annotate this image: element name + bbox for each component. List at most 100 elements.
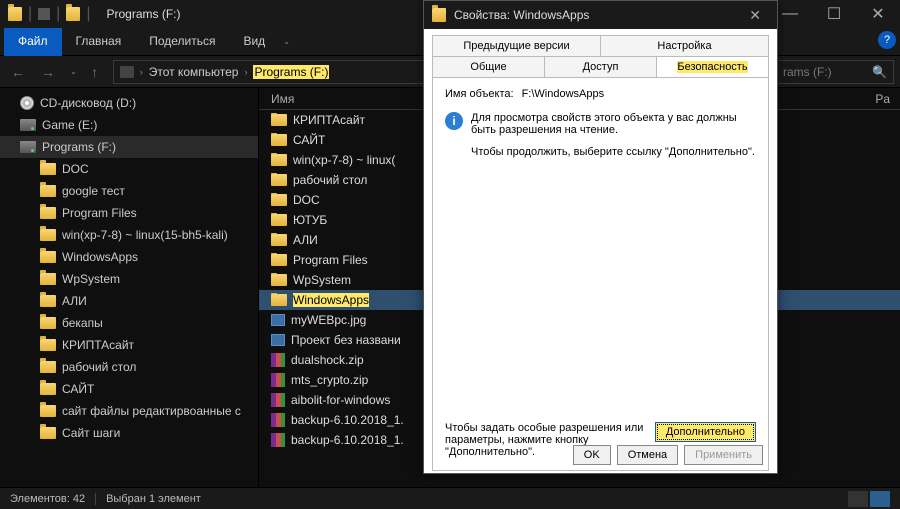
info-text-1: Для просмотра свойств этого объекта у ва… [471, 112, 756, 136]
ok-button[interactable]: OK [573, 445, 611, 465]
search-icon: 🔍 [872, 65, 887, 79]
help-button[interactable]: ? [878, 31, 896, 49]
nav-item[interactable]: рабочий стол [0, 356, 258, 378]
crumb-current[interactable]: Programs (F:) [253, 65, 329, 79]
file-name: ЮТУБ [293, 213, 327, 227]
nav-item[interactable]: Game (E:) [0, 114, 258, 136]
folder-icon [66, 7, 80, 21]
file-name: WpSystem [293, 273, 351, 287]
qat-sep2: | [56, 5, 60, 23]
drive-icon [20, 119, 36, 131]
tab-sharing[interactable]: Доступ [545, 56, 657, 77]
nav-item[interactable]: сайт файлы редактирвоанные с [0, 400, 258, 422]
view-details-button[interactable] [870, 491, 890, 507]
dialog-close-button[interactable]: ✕ [741, 7, 769, 24]
nav-item-label: google тест [62, 184, 125, 198]
status-count: Элементов: 42 [10, 493, 85, 505]
menu-view[interactable]: Вид [229, 28, 279, 55]
nav-item[interactable]: бекапы [0, 312, 258, 334]
pc-icon [120, 66, 134, 78]
nav-item[interactable]: Program Files [0, 202, 258, 224]
tab-security[interactable]: Безопасность [657, 56, 769, 77]
archive-icon [271, 353, 285, 367]
nav-item-label: Programs (F:) [42, 140, 116, 154]
tab-customize[interactable]: Настройка [601, 35, 769, 56]
file-name: mts_crypto.zip [291, 373, 368, 387]
status-sep [95, 493, 96, 505]
drive-icon [20, 141, 36, 153]
advanced-button[interactable]: Дополнительно [655, 422, 756, 442]
nav-item-label: CD-дисковод (D:) [40, 96, 136, 110]
folder-icon [432, 8, 446, 22]
file-name: рабочий стол [293, 173, 367, 187]
close-button[interactable]: ✕ [856, 0, 900, 28]
archive-icon [271, 373, 285, 387]
view-thumbnails-button[interactable] [848, 491, 868, 507]
file-name: WindowsApps [293, 293, 369, 307]
cancel-button[interactable]: Отмена [617, 445, 678, 465]
folder-icon [271, 274, 287, 286]
folder-icon [271, 234, 287, 246]
menu-share[interactable]: Поделиться [135, 28, 229, 55]
info-text-2: Чтобы продолжить, выберите ссылку "Допол… [471, 146, 756, 158]
qat-icon[interactable] [38, 8, 50, 20]
nav-item[interactable]: Сайт шаги [0, 422, 258, 444]
nav-item-label: win(xp-7-8) ~ linux(15-bh5-kali) [62, 228, 228, 242]
object-name-label: Имя объекта: [445, 88, 514, 100]
tab-body-security: Имя объекта: F:\WindowsApps i Для просмо… [432, 77, 769, 471]
folder-icon [271, 214, 287, 226]
window-controls: — ☐ ✕ [768, 0, 900, 28]
menu-home[interactable]: Главная [62, 28, 136, 55]
file-name: aibolit-for-windows [291, 393, 390, 407]
info-text-block: Для просмотра свойств этого объекта у ва… [471, 112, 756, 158]
chevron-right-icon: › [140, 67, 143, 77]
ribbon-expand-icon[interactable]: ⌄ [283, 37, 290, 46]
folder-icon [271, 254, 287, 266]
tab-general[interactable]: Общие [432, 56, 545, 77]
nav-up-button[interactable]: ↑ [83, 60, 107, 84]
navigation-pane[interactable]: CD-дисковод (D:) Game (E:) Programs (F:) DO… [0, 88, 258, 487]
nav-item[interactable]: CD-дисковод (D:) [0, 92, 258, 114]
file-name: dualshock.zip [291, 353, 364, 367]
qat-sep3: | [86, 5, 90, 23]
nav-item[interactable]: DOC [0, 158, 258, 180]
nav-item[interactable]: WpSystem [0, 268, 258, 290]
maximize-button[interactable]: ☐ [812, 0, 856, 28]
file-name: КРИПТАсайт [293, 113, 365, 127]
nav-item[interactable]: google тест [0, 180, 258, 202]
qat-sep: | [28, 5, 32, 23]
folder-icon [40, 207, 56, 219]
nav-history-icon[interactable]: ⌄ [70, 67, 77, 76]
crumb-this-pc[interactable]: Этот компьютер [149, 65, 239, 79]
search-input[interactable]: rams (F:) 🔍 [776, 60, 894, 84]
file-name: АЛИ [293, 233, 318, 247]
tab-previous-versions[interactable]: Предыдущие версии [432, 35, 601, 56]
quick-access-toolbar: | | | [0, 5, 98, 23]
nav-item[interactable]: САЙТ [0, 378, 258, 400]
object-name-value: F:\WindowsApps [522, 88, 605, 100]
nav-item[interactable]: WindowsApps [0, 246, 258, 268]
nav-item-label: КРИПТАсайт [62, 338, 134, 352]
nav-item[interactable]: АЛИ [0, 290, 258, 312]
properties-dialog[interactable]: Свойства: WindowsApps ✕ Предыдущие верси… [423, 0, 778, 474]
nav-item-label: бекапы [62, 316, 103, 330]
dialog-title-bar[interactable]: Свойства: WindowsApps ✕ [424, 1, 777, 29]
dialog-title: Свойства: WindowsApps [454, 8, 589, 22]
window-title: Programs (F:) [106, 7, 180, 21]
file-name: backup-6.10.2018_1. [291, 413, 404, 427]
nav-item-label: САЙТ [62, 382, 94, 396]
nav-item-label: WindowsApps [62, 250, 138, 264]
file-name: DOC [293, 193, 320, 207]
folder-icon [40, 317, 56, 329]
file-name: myWEBpc.jpg [291, 313, 366, 327]
menu-file[interactable]: Файл [4, 28, 62, 56]
nav-forward-button[interactable]: → [36, 60, 60, 84]
apply-button[interactable]: Применить [684, 445, 763, 465]
nav-item[interactable]: Programs (F:) [0, 136, 258, 158]
folder-icon [271, 154, 287, 166]
search-placeholder: rams (F:) [783, 65, 832, 79]
nav-item[interactable]: win(xp-7-8) ~ linux(15-bh5-kali) [0, 224, 258, 246]
nav-back-button[interactable]: ← [6, 60, 30, 84]
nav-item[interactable]: КРИПТАсайт [0, 334, 258, 356]
archive-icon [271, 393, 285, 407]
